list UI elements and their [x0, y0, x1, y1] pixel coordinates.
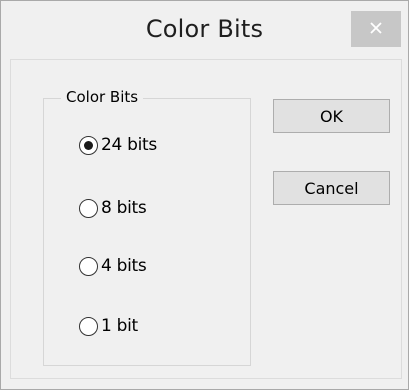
- radio-label: 8 bits: [101, 198, 147, 218]
- radio-label: 4 bits: [101, 256, 147, 276]
- radio-button-icon: [79, 135, 98, 155]
- ok-button[interactable]: OK: [273, 99, 390, 133]
- radio-button-icon: [79, 256, 98, 276]
- radio-button-icon: [79, 316, 98, 336]
- groupbox-label: Color Bits: [61, 88, 144, 106]
- radio-24-bits[interactable]: 24 bits: [79, 133, 157, 157]
- title-bar[interactable]: Color Bits: [1, 1, 408, 59]
- dialog-title: Color Bits: [145, 15, 264, 43]
- radio-label: 24 bits: [101, 135, 157, 155]
- radio-selected-dot: [84, 140, 93, 150]
- cancel-button[interactable]: Cancel: [273, 171, 390, 205]
- close-button[interactable]: [351, 11, 401, 47]
- dialog-window: Color Bits Color Bits 24 bits 8 bits 4 b…: [0, 0, 409, 390]
- radio-button-icon: [79, 198, 98, 218]
- radio-8-bits[interactable]: 8 bits: [79, 196, 147, 220]
- radio-1-bit[interactable]: 1 bit: [79, 314, 138, 338]
- radio-4-bits[interactable]: 4 bits: [79, 254, 147, 278]
- radio-label: 1 bit: [101, 316, 138, 336]
- close-icon: [369, 20, 383, 39]
